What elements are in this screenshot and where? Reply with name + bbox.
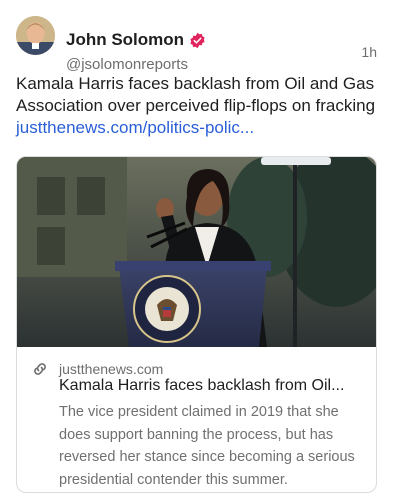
post-header: John Solomon @jsolomonreports 1h xyxy=(16,16,377,73)
post[interactable]: John Solomon @jsolomonreports 1h Kamala … xyxy=(0,0,393,500)
post-link[interactable]: justthenews.com/politics-polic... xyxy=(16,118,254,137)
link-preview-card[interactable]: justthenews.com Kamala Harris faces back… xyxy=(16,156,377,493)
post-time: 1h xyxy=(361,44,377,60)
card-domain: justthenews.com xyxy=(59,361,164,377)
avatar[interactable] xyxy=(16,16,55,55)
author-handle[interactable]: @jsolomonreports xyxy=(66,56,188,73)
author-name-text[interactable]: John Solomon xyxy=(66,30,184,50)
post-text: Kamala Harris faces backlash from Oil an… xyxy=(16,73,378,139)
card-title[interactable]: Kamala Harris faces backlash from Oil... xyxy=(59,377,369,395)
card-description: The vice president claimed in 2019 that … xyxy=(59,404,355,488)
author-name[interactable]: John Solomon xyxy=(66,30,206,50)
verified-badge-icon xyxy=(189,32,206,49)
link-icon xyxy=(31,360,49,378)
card-image[interactable] xyxy=(17,157,376,347)
card-domain-row: justthenews.com xyxy=(31,360,163,378)
post-body: Kamala Harris faces backlash from Oil an… xyxy=(16,74,376,115)
